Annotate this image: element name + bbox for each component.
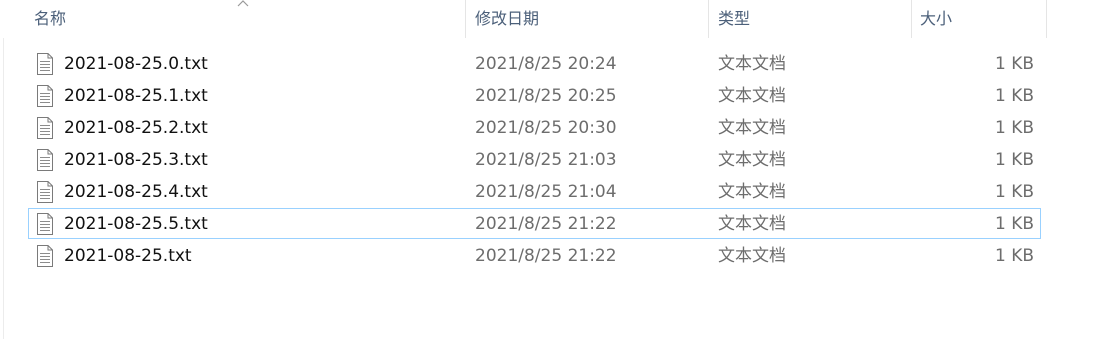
text-file-icon <box>37 149 53 171</box>
file-type: 文本文档 <box>718 54 786 74</box>
text-file-icon <box>37 117 53 139</box>
column-header: 名称 修改日期 类型 大小 <box>0 0 1120 38</box>
file-type: 文本文档 <box>718 214 786 234</box>
file-modified-date: 2021/8/25 21:04 <box>475 182 617 202</box>
file-size: 1 KB <box>994 150 1034 170</box>
file-type: 文本文档 <box>718 86 786 106</box>
file-size: 1 KB <box>994 86 1034 106</box>
file-row[interactable]: 2021-08-25.2.txt 2021/8/25 20:30 文本文档 1 … <box>28 112 1041 143</box>
text-file-icon <box>37 245 53 267</box>
file-size: 1 KB <box>994 118 1034 138</box>
file-name: 2021-08-25.2.txt <box>64 118 208 138</box>
file-modified-date: 2021/8/25 20:30 <box>475 118 617 138</box>
file-modified-date: 2021/8/25 21:22 <box>475 214 617 234</box>
file-size: 1 KB <box>994 246 1034 266</box>
file-name: 2021-08-25.4.txt <box>64 182 208 202</box>
text-file-icon <box>37 53 53 75</box>
file-type: 文本文档 <box>718 246 786 266</box>
column-header-date-label: 修改日期 <box>475 9 540 28</box>
file-type: 文本文档 <box>718 118 786 138</box>
text-file-icon <box>37 85 53 107</box>
column-header-date[interactable]: 修改日期 <box>466 0 708 38</box>
column-header-type-label: 类型 <box>718 9 751 28</box>
file-type: 文本文档 <box>718 150 786 170</box>
file-list-pane: 名称 修改日期 类型 大小 2021-08-25.0.txt 2021/8/25… <box>0 0 1120 339</box>
file-name: 2021-08-25.0.txt <box>64 54 208 74</box>
file-row[interactable]: 2021-08-25.4.txt 2021/8/25 21:04 文本文档 1 … <box>28 176 1041 207</box>
file-row[interactable]: 2021-08-25.txt 2021/8/25 21:22 文本文档 1 KB <box>28 240 1041 271</box>
text-file-icon <box>37 213 53 235</box>
file-name: 2021-08-25.txt <box>64 246 192 266</box>
file-size: 1 KB <box>994 54 1034 74</box>
column-header-size[interactable]: 大小 <box>912 0 1046 38</box>
file-row[interactable]: 2021-08-25.0.txt 2021/8/25 20:24 文本文档 1 … <box>28 48 1041 79</box>
column-header-name-label: 名称 <box>34 9 67 28</box>
file-modified-date: 2021/8/25 21:22 <box>475 246 617 266</box>
file-size: 1 KB <box>994 214 1034 234</box>
file-name: 2021-08-25.3.txt <box>64 150 208 170</box>
file-modified-date: 2021/8/25 21:03 <box>475 150 617 170</box>
column-header-name[interactable]: 名称 <box>0 0 465 38</box>
file-size: 1 KB <box>994 182 1034 202</box>
file-name: 2021-08-25.5.txt <box>64 214 208 234</box>
file-type: 文本文档 <box>718 182 786 202</box>
file-row-selected[interactable]: 2021-08-25.5.txt 2021/8/25 21:22 文本文档 1 … <box>28 208 1041 239</box>
file-name: 2021-08-25.1.txt <box>64 86 208 106</box>
file-row[interactable]: 2021-08-25.1.txt 2021/8/25 20:25 文本文档 1 … <box>28 80 1041 111</box>
column-header-type[interactable]: 类型 <box>709 0 911 38</box>
sort-ascending-icon <box>237 0 249 7</box>
file-modified-date: 2021/8/25 20:24 <box>475 54 617 74</box>
text-file-icon <box>37 181 53 203</box>
column-header-size-label: 大小 <box>920 9 953 28</box>
column-divider[interactable] <box>1046 0 1047 38</box>
pane-left-border <box>3 38 4 339</box>
file-row[interactable]: 2021-08-25.3.txt 2021/8/25 21:03 文本文档 1 … <box>28 144 1041 175</box>
file-modified-date: 2021/8/25 20:25 <box>475 86 617 106</box>
